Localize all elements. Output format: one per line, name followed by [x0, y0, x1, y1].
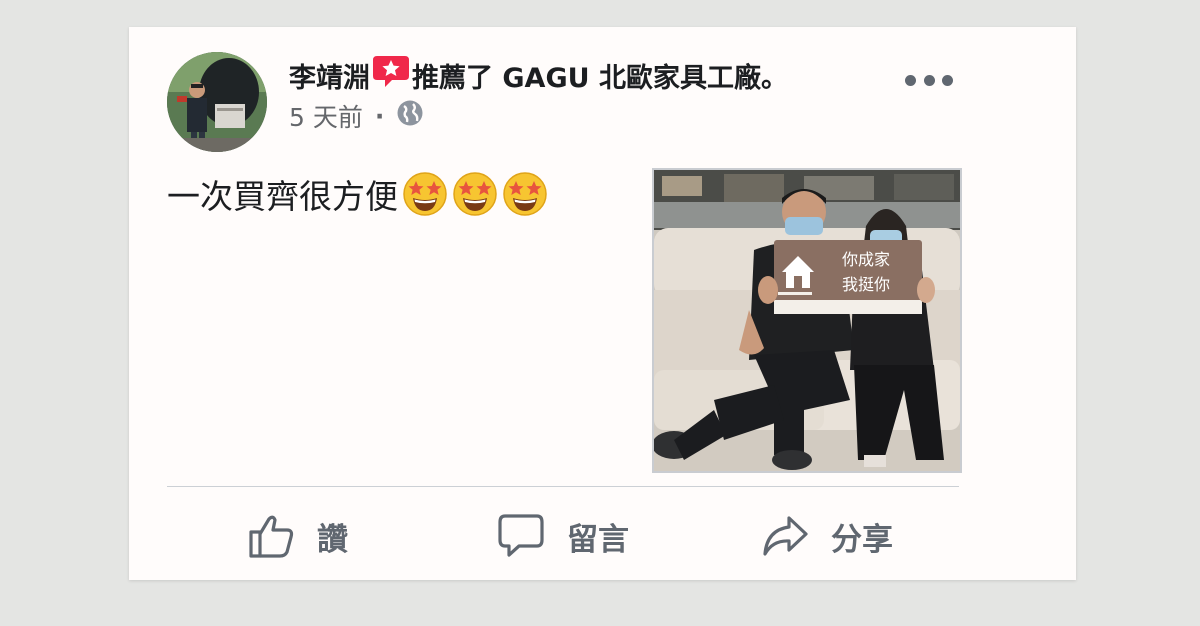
comment-button[interactable]: 留言: [497, 511, 629, 561]
recommend-star-icon: [372, 54, 410, 90]
more-dots-icon[interactable]: [905, 65, 953, 95]
author-avatar[interactable]: [167, 52, 267, 152]
post-header: 李靖淵 推薦了 GAGU 北歐家具工廠。: [289, 55, 788, 95]
post-card: 李靖淵 推薦了 GAGU 北歐家具工廠。 5 天前 · 一次買齊很方便 你成家 …: [129, 27, 1076, 580]
like-button[interactable]: 讚: [247, 511, 348, 561]
star-struck-emoji-icon: [402, 171, 448, 217]
share-label: 分享: [831, 521, 893, 558]
star-struck-emoji-icon: [502, 171, 548, 217]
post-body-text: 一次買齊很方便: [167, 177, 398, 216]
sign-line-1: 你成家: [842, 250, 890, 269]
star-struck-emoji-icon: [452, 171, 498, 217]
post-meta: 5 天前 ·: [289, 99, 424, 133]
share-arrow-icon: [763, 516, 808, 556]
like-label: 讚: [317, 521, 348, 558]
post-actions-bar: 讚 留言 分享: [129, 489, 1076, 579]
comment-bubble-icon: [498, 514, 544, 557]
thumbs-up-icon: [249, 515, 294, 558]
post-body: 一次買齊很方便: [167, 170, 548, 218]
recommend-action-text[interactable]: 推薦了 GAGU 北歐家具工廠。: [412, 56, 788, 95]
post-timestamp[interactable]: 5 天前: [289, 98, 363, 134]
comment-label: 留言: [567, 521, 629, 558]
globe-icon: [396, 99, 424, 133]
share-button[interactable]: 分享: [761, 511, 893, 561]
action-divider: [167, 486, 959, 487]
meta-separator: ·: [374, 101, 385, 131]
sign-line-2: 我挺你: [842, 275, 890, 294]
author-name[interactable]: 李靖淵: [289, 56, 370, 95]
post-photo[interactable]: 你成家 我挺你: [652, 168, 962, 473]
